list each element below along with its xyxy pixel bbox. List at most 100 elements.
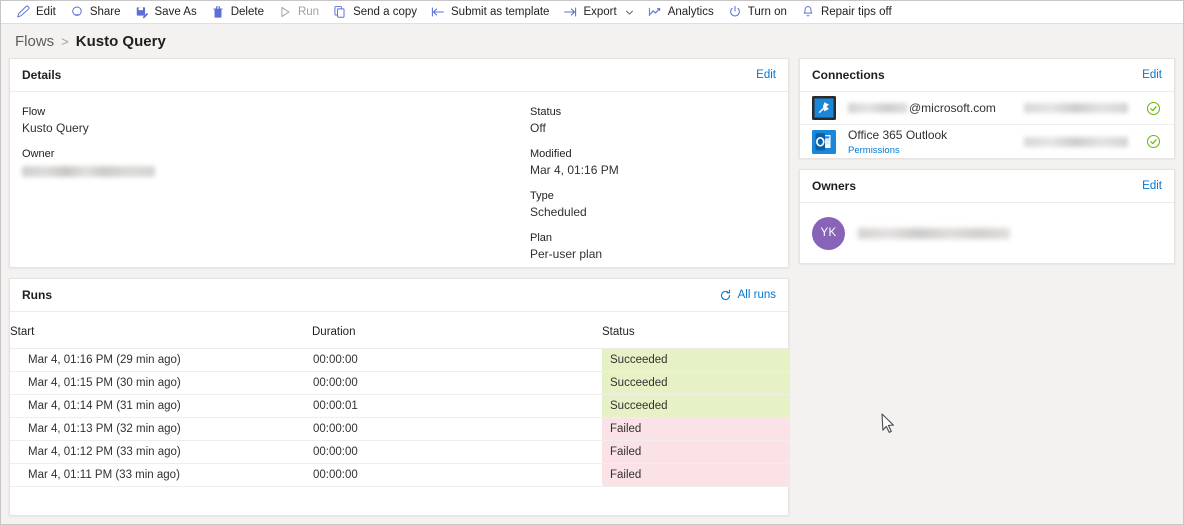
field-status-label: Status xyxy=(530,106,562,118)
run-start: Mar 4, 01:11 PM (33 min ago) xyxy=(10,463,312,487)
edit-label: Edit xyxy=(36,6,56,18)
connection-outlook-name: Office 365 Outlook xyxy=(848,127,948,142)
redacted-owner-name xyxy=(858,227,1010,239)
export-icon xyxy=(563,5,577,19)
connection-outlook-permissions-link[interactable]: Permissions xyxy=(848,145,900,156)
details-body: Flow Kusto Query Owner Status Off Modifi… xyxy=(10,92,788,274)
runs-card: Runs All runs Start Duration Status Mar … xyxy=(9,278,790,516)
field-type-value: Scheduled xyxy=(530,205,587,219)
runs-col-start[interactable]: Start xyxy=(10,312,312,349)
owners-edit-link[interactable]: Edit xyxy=(1142,180,1162,192)
runs-card-header: Runs All runs xyxy=(10,279,788,312)
connections-card-header: Connections Edit xyxy=(800,59,1174,92)
connection-row-outlook[interactable]: Office 365 Outlook Permissions xyxy=(800,125,1174,158)
breadcrumb-separator: > xyxy=(61,33,69,49)
content-area: Details Edit Flow Kusto Query Owner Stat… xyxy=(1,58,1183,524)
connection-row-kusto[interactable]: @microsoft.com xyxy=(800,92,1174,125)
check-circle-icon xyxy=(1146,101,1161,116)
run-status: Succeeded xyxy=(602,348,790,372)
table-row[interactable]: Mar 4, 01:13 PM (32 min ago) 00:00:00 Fa… xyxy=(10,417,790,441)
field-modified-value: Mar 4, 01:16 PM xyxy=(530,163,619,177)
turn-on-label: Turn on xyxy=(747,6,787,18)
run-duration: 00:00:00 xyxy=(312,440,602,464)
details-right-fields: Status Off Modified Mar 4, 01:16 PM Type… xyxy=(530,106,619,274)
connection-kusto-info: @microsoft.com xyxy=(848,101,1024,115)
runs-title: Runs xyxy=(22,288,52,302)
runs-table: Start Duration Status Mar 4, 01:16 PM (2… xyxy=(10,312,790,487)
field-owner-label: Owner xyxy=(22,148,55,160)
field-type-label: Type xyxy=(530,190,554,202)
run-start: Mar 4, 01:14 PM (31 min ago) xyxy=(10,394,312,418)
analytics-button[interactable]: Analytics xyxy=(641,1,721,23)
field-status: Status Off xyxy=(530,106,619,135)
owners-card-header: Owners Edit xyxy=(800,170,1174,203)
delete-button[interactable]: Delete xyxy=(204,1,271,23)
page-title: Kusto Query xyxy=(75,32,166,50)
run-status: Failed xyxy=(602,440,790,464)
table-row[interactable]: Mar 4, 01:15 PM (30 min ago) 00:00:00 Su… xyxy=(10,371,790,395)
details-card-header: Details Edit xyxy=(10,59,788,92)
owners-title: Owners xyxy=(812,179,857,193)
send-a-copy-label: Send a copy xyxy=(353,6,418,18)
connection-kusto-domain: @microsoft.com xyxy=(909,101,996,115)
all-runs-control[interactable]: All runs xyxy=(719,289,776,302)
table-row[interactable]: Mar 4, 01:12 PM (33 min ago) 00:00:00 Fa… xyxy=(10,440,790,464)
analytics-icon xyxy=(648,5,662,19)
run-label: Run xyxy=(297,6,320,18)
edit-button[interactable]: Edit xyxy=(9,1,63,23)
repair-tips-button[interactable]: Repair tips off xyxy=(794,1,899,23)
share-label: Share xyxy=(89,6,121,18)
left-column: Details Edit Flow Kusto Query Owner Stat… xyxy=(9,58,790,516)
power-icon xyxy=(728,5,742,19)
details-edit-link[interactable]: Edit xyxy=(756,69,776,81)
save-as-label: Save As xyxy=(154,6,197,18)
right-column: Connections Edit @microsoft.com Office 3… xyxy=(799,58,1175,516)
run-start: Mar 4, 01:13 PM (32 min ago) xyxy=(10,417,312,441)
table-row[interactable]: Mar 4, 01:14 PM (31 min ago) 00:00:01 Su… xyxy=(10,394,790,418)
run-start: Mar 4, 01:16 PM (29 min ago) xyxy=(10,348,312,372)
field-owner-value-redacted xyxy=(22,163,530,178)
office365-outlook-icon xyxy=(812,129,836,154)
bell-icon xyxy=(801,5,815,19)
field-flow-value: Kusto Query xyxy=(22,121,89,135)
field-plan-label: Plan xyxy=(530,232,553,244)
field-modified: Modified Mar 4, 01:16 PM xyxy=(530,148,619,177)
details-card: Details Edit Flow Kusto Query Owner Stat… xyxy=(9,58,789,268)
submit-as-template-label: Submit as template xyxy=(451,6,550,18)
breadcrumb-flows-link[interactable]: Flows xyxy=(15,33,54,50)
runs-col-duration[interactable]: Duration xyxy=(312,312,602,349)
connection-kusto-name: @microsoft.com xyxy=(848,101,1024,115)
all-runs-link[interactable]: All runs xyxy=(738,289,776,301)
runs-table-body: Mar 4, 01:16 PM (29 min ago) 00:00:00 Su… xyxy=(10,348,790,487)
refresh-icon[interactable] xyxy=(719,289,732,302)
details-left-fields: Flow Kusto Query Owner xyxy=(22,106,530,274)
save-as-button[interactable]: Save As xyxy=(128,1,204,23)
analytics-label: Analytics xyxy=(667,6,714,18)
table-row[interactable]: Mar 4, 01:16 PM (29 min ago) 00:00:00 Su… xyxy=(10,348,790,372)
table-row[interactable]: Mar 4, 01:11 PM (33 min ago) 00:00:00 Fa… xyxy=(10,463,790,487)
app-window: Edit Share Save As Delete Run Send a cop… xyxy=(0,0,1184,525)
run-start: Mar 4, 01:12 PM (33 min ago) xyxy=(10,440,312,464)
submit-icon xyxy=(431,5,445,19)
send-a-copy-button[interactable]: Send a copy xyxy=(326,1,424,23)
trash-icon xyxy=(211,5,225,19)
connections-title: Connections xyxy=(812,68,885,82)
copy-icon xyxy=(333,5,347,19)
turn-on-button[interactable]: Turn on xyxy=(721,1,794,23)
run-status: Succeeded xyxy=(602,394,790,418)
share-button[interactable]: Share xyxy=(63,1,128,23)
run-duration: 00:00:00 xyxy=(312,348,602,372)
avatar: YK xyxy=(812,216,845,250)
owner-row[interactable]: YK xyxy=(800,203,1174,263)
export-button[interactable]: Export xyxy=(556,1,640,23)
field-flow-label: Flow xyxy=(22,106,46,118)
run-button: Run xyxy=(271,1,326,23)
command-bar: Edit Share Save As Delete Run Send a cop… xyxy=(1,1,1183,24)
runs-col-status[interactable]: Status xyxy=(602,312,790,349)
submit-as-template-button[interactable]: Submit as template xyxy=(424,1,556,23)
redacted-connection-detail xyxy=(1024,136,1128,147)
owners-card: Owners Edit YK xyxy=(799,169,1175,264)
connections-edit-link[interactable]: Edit xyxy=(1142,69,1162,81)
run-duration: 00:00:00 xyxy=(312,463,602,487)
run-start: Mar 4, 01:15 PM (30 min ago) xyxy=(10,371,312,395)
